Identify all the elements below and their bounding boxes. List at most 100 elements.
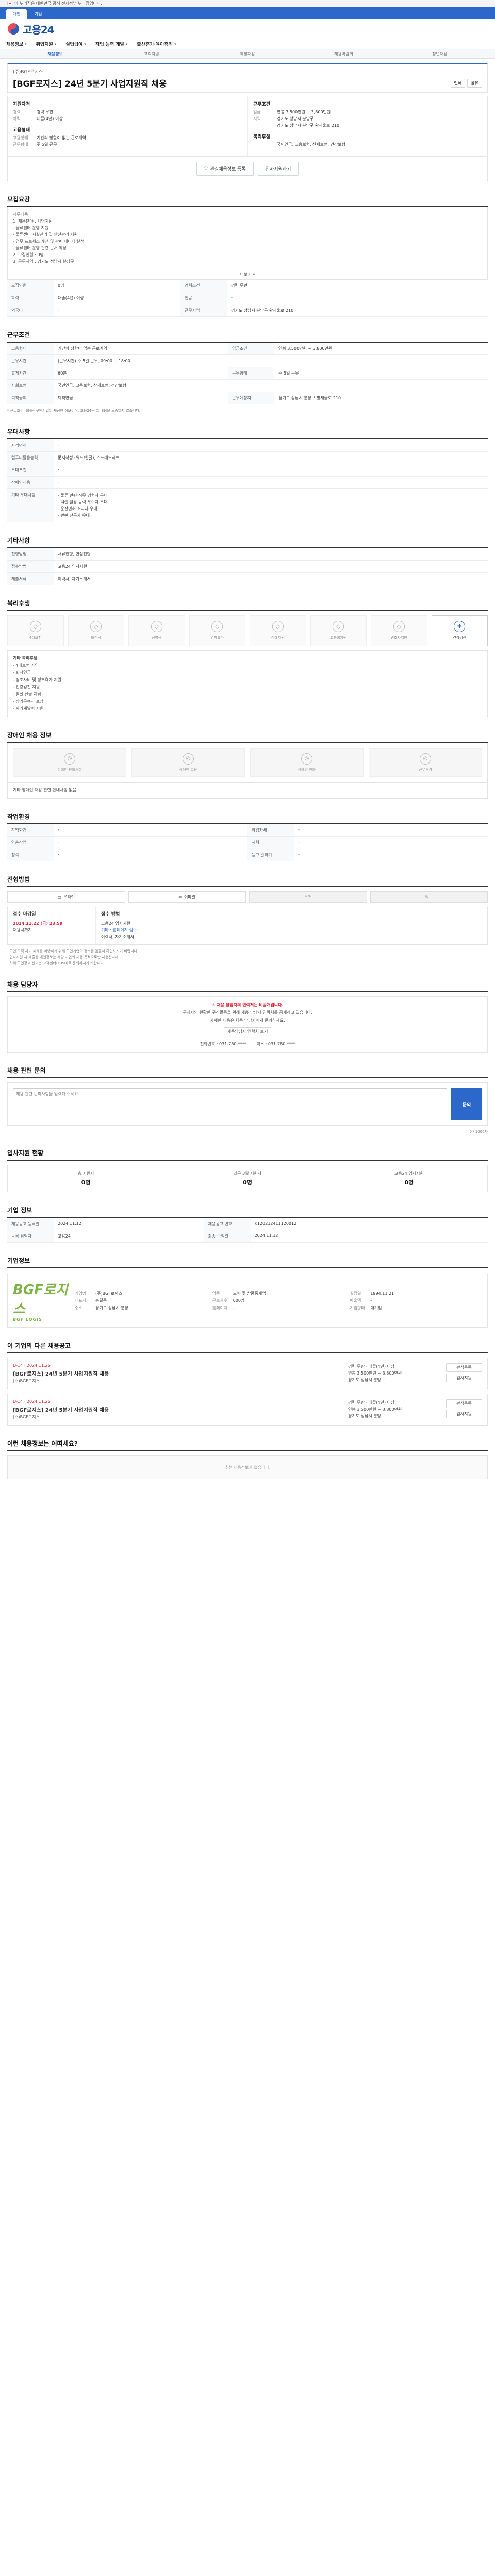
- other-job-item[interactable]: D-14 · 2024.11.26 [BGF로지스] 24년 5분기 사업지원직…: [7, 1394, 488, 1426]
- summary-heading: 고용형태: [13, 128, 30, 133]
- table-key: 모집인원: [7, 280, 54, 292]
- table-value: 경력 무관: [227, 280, 488, 292]
- inquiry-form: 문의: [7, 1082, 488, 1126]
- table-key: 장애인채용: [7, 476, 54, 489]
- stat-card: 고용24 입사지원 0명: [330, 1165, 488, 1192]
- table-row: 기타 우대사항 - 물류 관련 직무 경험자 우대 - 엑셀 활용 능력 우수자 …: [7, 488, 488, 522]
- menu-support[interactable]: 취업지원 ▾: [36, 41, 57, 48]
- welfare-list-item: - 명절 선물 지급: [13, 692, 41, 697]
- company-logo-sub: BGF LOGIS: [13, 1317, 42, 1322]
- apply-button[interactable]: 입사지원하기: [257, 162, 299, 176]
- submenu-fair[interactable]: 채용박람회: [295, 51, 391, 57]
- notice-line: - 물류센터 시설관리 및 안전관리 지원: [13, 232, 78, 237]
- submenu-special[interactable]: 특정채용: [200, 51, 295, 57]
- apply-period-title: 접수 마감일: [13, 912, 36, 917]
- tab-individual[interactable]: 개인: [6, 9, 27, 19]
- submenu-jobs[interactable]: 채용정보: [7, 51, 103, 57]
- table-key: 경력조건: [180, 280, 227, 292]
- company-field: 홈페이지 -: [212, 1305, 345, 1311]
- menu-parental-leave[interactable]: 출산휴가·육아휴직 ▾: [137, 41, 176, 48]
- section-title: 기타사항: [7, 536, 488, 548]
- welfare-card: ◇ 상여금: [128, 615, 185, 646]
- other-job-title[interactable]: [BGF로지스] 24년 5분기 사업지원직 채용: [13, 1369, 343, 1377]
- sub-menu: 채용정보 고객지원 특정채용 채용박람회 청년채용: [0, 49, 495, 59]
- site-logo-text[interactable]: 고용24: [23, 22, 55, 37]
- site-header: 고용24: [0, 19, 495, 39]
- health-check-icon: ✚: [454, 621, 466, 632]
- menu-unemployment[interactable]: 실업급여 ▾: [65, 41, 86, 48]
- job-title-text: [BGF로지스] 24년 5분기 사업지원직 채용: [13, 79, 167, 89]
- notice-line: - 물류센터 운영 지원: [13, 226, 49, 230]
- apply-notes: · 구인·구직 사기 피해를 예방하기 위해 구인기업의 정보를 꼼꼼히 확인하…: [7, 948, 488, 967]
- table-row: 사회보험 국민연금, 고용보험, 산재보험, 건강보험: [7, 379, 488, 392]
- table-value: -: [54, 824, 248, 837]
- company-section: 기업정보 BGF로지스 BGF LOGIS 기업명 (주)BGF로지스 업종 도매 및…: [7, 1256, 488, 1328]
- apply-visit-tab[interactable]: 방문: [370, 891, 488, 903]
- table-key: 작업환경: [7, 824, 54, 837]
- stat-label: 최근 3일 지원자: [233, 1171, 262, 1176]
- table-value: 경기도 성남시 분당구 황새울로 210: [274, 392, 488, 404]
- table-row: 제출서류 이력서, 자기소개서: [7, 572, 488, 585]
- welfare-label: 경조사지원: [390, 636, 407, 640]
- other-job-scrap-button[interactable]: 관심등록: [446, 1399, 482, 1408]
- workplace-section: 작업환경 작업환경 - 작업자세 - 양손작업 - 시력 - 청각 - 듣고 말하기 -: [7, 812, 488, 861]
- tab-company[interactable]: 기업: [28, 9, 48, 19]
- table-row: 학력 대졸(4년) 이상 전공 -: [7, 292, 488, 304]
- preference-table: 자격면허 - 컴퓨터활용능력 문서작성 (워드/한글), 스프레드시트 우대조건 - …: [7, 439, 488, 522]
- table-key: 근무형태: [228, 367, 274, 380]
- section-title: 작업환경: [7, 812, 488, 824]
- print-button[interactable]: 인쇄: [450, 78, 466, 88]
- apply-label: 입사지원하기: [265, 167, 291, 172]
- show-contact-button[interactable]: 채용담당자 연락처 보기: [223, 1027, 272, 1036]
- submenu-youth[interactable]: 청년채용: [392, 51, 488, 57]
- inquiry-submit-button[interactable]: 문의: [451, 1088, 482, 1120]
- apply-note: · 입사지원 시 제출한 개인정보는 해당 기업의 채용 목적으로만 사용됩니다…: [7, 955, 120, 959]
- scrap-button[interactable]: ♡ 관심채용정보 등록: [196, 162, 254, 176]
- stat-value: 0명: [404, 1179, 414, 1186]
- disability-label: 장애인 친화: [298, 767, 316, 772]
- menu-jobs[interactable]: 채용정보 ▾: [6, 41, 27, 48]
- table-key: 근무시간: [7, 354, 54, 367]
- other-job-meta: 경력 무관 · 대졸(4년) 이상 연봉 3,500만원 ~ 3,800만원 경…: [348, 1399, 441, 1420]
- other-job-item[interactable]: D-14 · 2024.11.26 [BGF로지스] 24년 5분기 사업지원직…: [7, 1358, 488, 1389]
- apply-method-line[interactable]: 기타 : 홈페이지 접수: [101, 927, 482, 934]
- welfare-card: ◇ 식대지원: [250, 615, 306, 646]
- transport-icon: ◇: [333, 621, 344, 632]
- submenu-support[interactable]: 고객지원: [103, 51, 199, 57]
- summary-key: 학력: [13, 116, 21, 121]
- job-buttons: ♡ 관심채용정보 등록 입사지원하기: [7, 157, 488, 181]
- apply-note: · 허위 구인광고 신고는 고객센터(1350)로 문의하시기 바랍니다.: [7, 961, 105, 965]
- more-button[interactable]: 더보기 ▾: [7, 269, 488, 280]
- table-row: 퇴직급여 퇴직연금 근무예정지 경기도 성남시 분당구 황새울로 210: [7, 392, 488, 404]
- share-button[interactable]: 공유: [467, 78, 482, 88]
- welfare-list-item: 기타 복리후생: [13, 656, 37, 660]
- apply-online-tab[interactable]: ▭ 온라인: [7, 891, 125, 903]
- chevron-down-icon: ▾: [54, 42, 57, 46]
- stat-label: 총 지원자: [77, 1171, 94, 1176]
- job-actions: 인쇄 공유: [450, 78, 482, 88]
- company-name[interactable]: (주)BGF로지스: [13, 68, 482, 75]
- other-job-title[interactable]: [BGF로지스] 24년 5분기 사업지원직 채용: [13, 1405, 343, 1413]
- other-job-scrap-button[interactable]: 관심등록: [446, 1363, 482, 1372]
- other-job-apply-button[interactable]: 입사지원: [446, 1410, 482, 1418]
- family-event-icon: ◇: [393, 621, 405, 632]
- other-job-meta-line: 연봉 3,500만원 ~ 3,800만원: [348, 1407, 402, 1412]
- menu-training[interactable]: 직업 능력 개발 ▾: [95, 41, 127, 48]
- apply-email-tab[interactable]: ✉ 이메일: [128, 891, 246, 903]
- table-value: 주 5일 근무: [274, 367, 488, 380]
- company-field: 주소 경기도 성남시 분당구: [75, 1305, 207, 1311]
- apply-method-line: 이력서, 자기소개서: [101, 935, 134, 939]
- field-value: 홍길동: [95, 1298, 107, 1303]
- table-key: 전공: [180, 292, 227, 304]
- logo-icon[interactable]: [7, 23, 20, 35]
- welfare-icon-grid: ◇ 4대보험 ◇ 퇴직금 ◇ 상여금 ◇ 연차휴가 ◇ 식대지원 ◇ 교통비지원 ◇ 경조사지…: [7, 615, 488, 646]
- other-job-apply-button[interactable]: 입사지원: [446, 1374, 482, 1382]
- inquiry-input[interactable]: [13, 1088, 447, 1120]
- table-row: 근무시간 (근무시간) 주 5일 근무, 09:00 ~ 18:00: [7, 354, 488, 367]
- contact-numbers: 전화번호 : 031-780-**** 팩스 : 031-780-****: [13, 1041, 482, 1047]
- contact-text: 구직자의 원활한 구직활동을 위해 채용 담당자 연락처를 공개하고 있습니다.: [183, 1010, 312, 1015]
- warning-icon: ⚠: [211, 1003, 216, 1007]
- menu-label: 직업 능력 개발: [95, 42, 124, 47]
- section-title: 우대사항: [7, 427, 488, 439]
- apply-post-tab[interactable]: 우편: [249, 891, 367, 903]
